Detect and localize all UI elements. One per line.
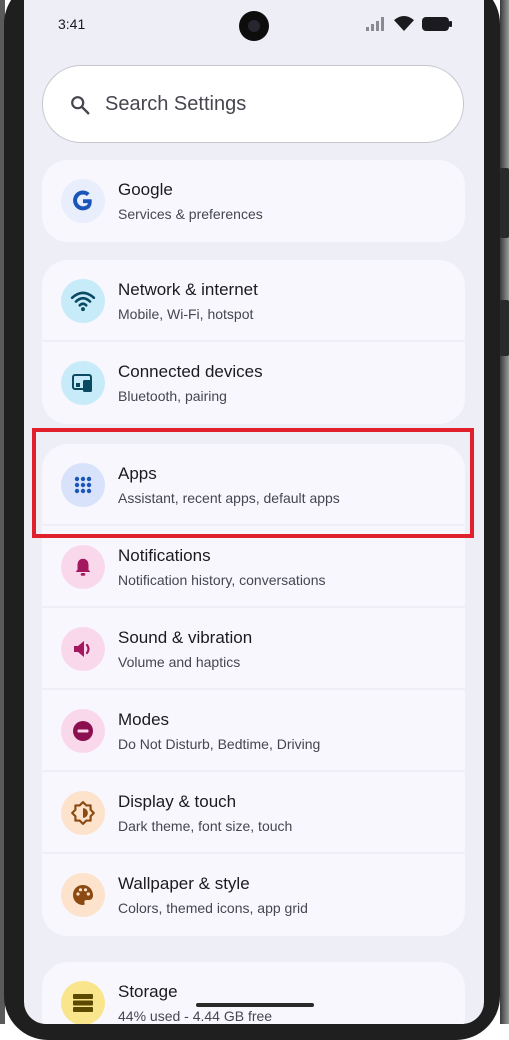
volume-button <box>500 168 509 238</box>
item-title-notifications: Notifications <box>118 546 211 565</box>
do-not-disturb-icon <box>61 709 105 753</box>
item-title-display: Display & touch <box>118 792 237 811</box>
settings-item-sound[interactable]: Sound & vibration Volume and haptics <box>42 608 465 690</box>
item-subtitle-sound: Volume and haptics <box>118 654 241 670</box>
item-subtitle-google: Services & preferences <box>118 206 263 222</box>
brightness-icon <box>61 791 105 835</box>
wifi-icon <box>61 279 105 323</box>
search-icon <box>71 96 90 115</box>
devices-icon <box>61 361 105 405</box>
settings-group-storage: Storage 44% used - 4.44 GB free <box>42 962 465 1024</box>
speaker-icon <box>61 627 105 671</box>
item-title-network: Network & internet <box>118 280 258 299</box>
item-subtitle-modes: Do Not Disturb, Bedtime, Driving <box>118 736 321 752</box>
power-button <box>500 300 509 356</box>
item-subtitle-storage: 44% used - 4.44 GB free <box>118 1008 273 1024</box>
item-subtitle-notifications: Notification history, conversations <box>118 572 326 588</box>
google-g-icon <box>61 179 105 223</box>
settings-item-wallpaper[interactable]: Wallpaper & style Colors, themed icons, … <box>42 854 465 936</box>
item-title-google: Google <box>118 180 173 199</box>
settings-item-modes[interactable]: Modes Do Not Disturb, Bedtime, Driving <box>42 690 465 772</box>
settings-group-connectivity: Network & internet Mobile, Wi-Fi, hotspo… <box>42 260 465 424</box>
search-placeholder: Search Settings <box>105 93 247 115</box>
item-subtitle-wallpaper: Colors, themed icons, app grid <box>118 900 308 916</box>
camera-cutout <box>239 11 269 41</box>
status-time: 3:41 <box>58 16 86 32</box>
item-subtitle-network: Mobile, Wi-Fi, hotspot <box>118 306 254 322</box>
settings-group-google: Google Services & preferences <box>42 160 465 242</box>
palette-icon <box>61 873 105 917</box>
settings-item-connected-devices[interactable]: Connected devices Bluetooth, pairing <box>42 342 465 424</box>
status-icons <box>366 16 452 31</box>
wifi-status-icon <box>394 16 414 31</box>
settings-item-notifications[interactable]: Notifications Notification history, conv… <box>42 526 465 608</box>
apps-highlight-box <box>32 428 474 538</box>
search-bar[interactable]: Search Settings <box>42 65 464 143</box>
item-title-sound: Sound & vibration <box>118 628 253 647</box>
item-title-storage: Storage <box>118 982 178 1001</box>
storage-icon <box>61 981 105 1024</box>
settings-item-display[interactable]: Display & touch Dark theme, font size, t… <box>42 772 465 854</box>
item-title-wallpaper: Wallpaper & style <box>118 874 250 893</box>
bell-icon <box>61 545 105 589</box>
settings-item-google[interactable]: Google Services & preferences <box>42 160 465 242</box>
phone-edge-right <box>500 0 509 1024</box>
item-title-connected-devices: Connected devices <box>118 362 263 381</box>
item-title-modes: Modes <box>118 710 170 729</box>
item-subtitle-connected-devices: Bluetooth, pairing <box>118 388 227 404</box>
gesture-nav-handle[interactable] <box>196 1003 314 1007</box>
settings-item-storage[interactable]: Storage 44% used - 4.44 GB free <box>42 962 465 1024</box>
cell-signal-icon <box>366 16 384 31</box>
item-subtitle-display: Dark theme, font size, touch <box>118 818 293 834</box>
battery-icon <box>422 16 452 31</box>
settings-item-network[interactable]: Network & internet Mobile, Wi-Fi, hotspo… <box>42 260 465 342</box>
